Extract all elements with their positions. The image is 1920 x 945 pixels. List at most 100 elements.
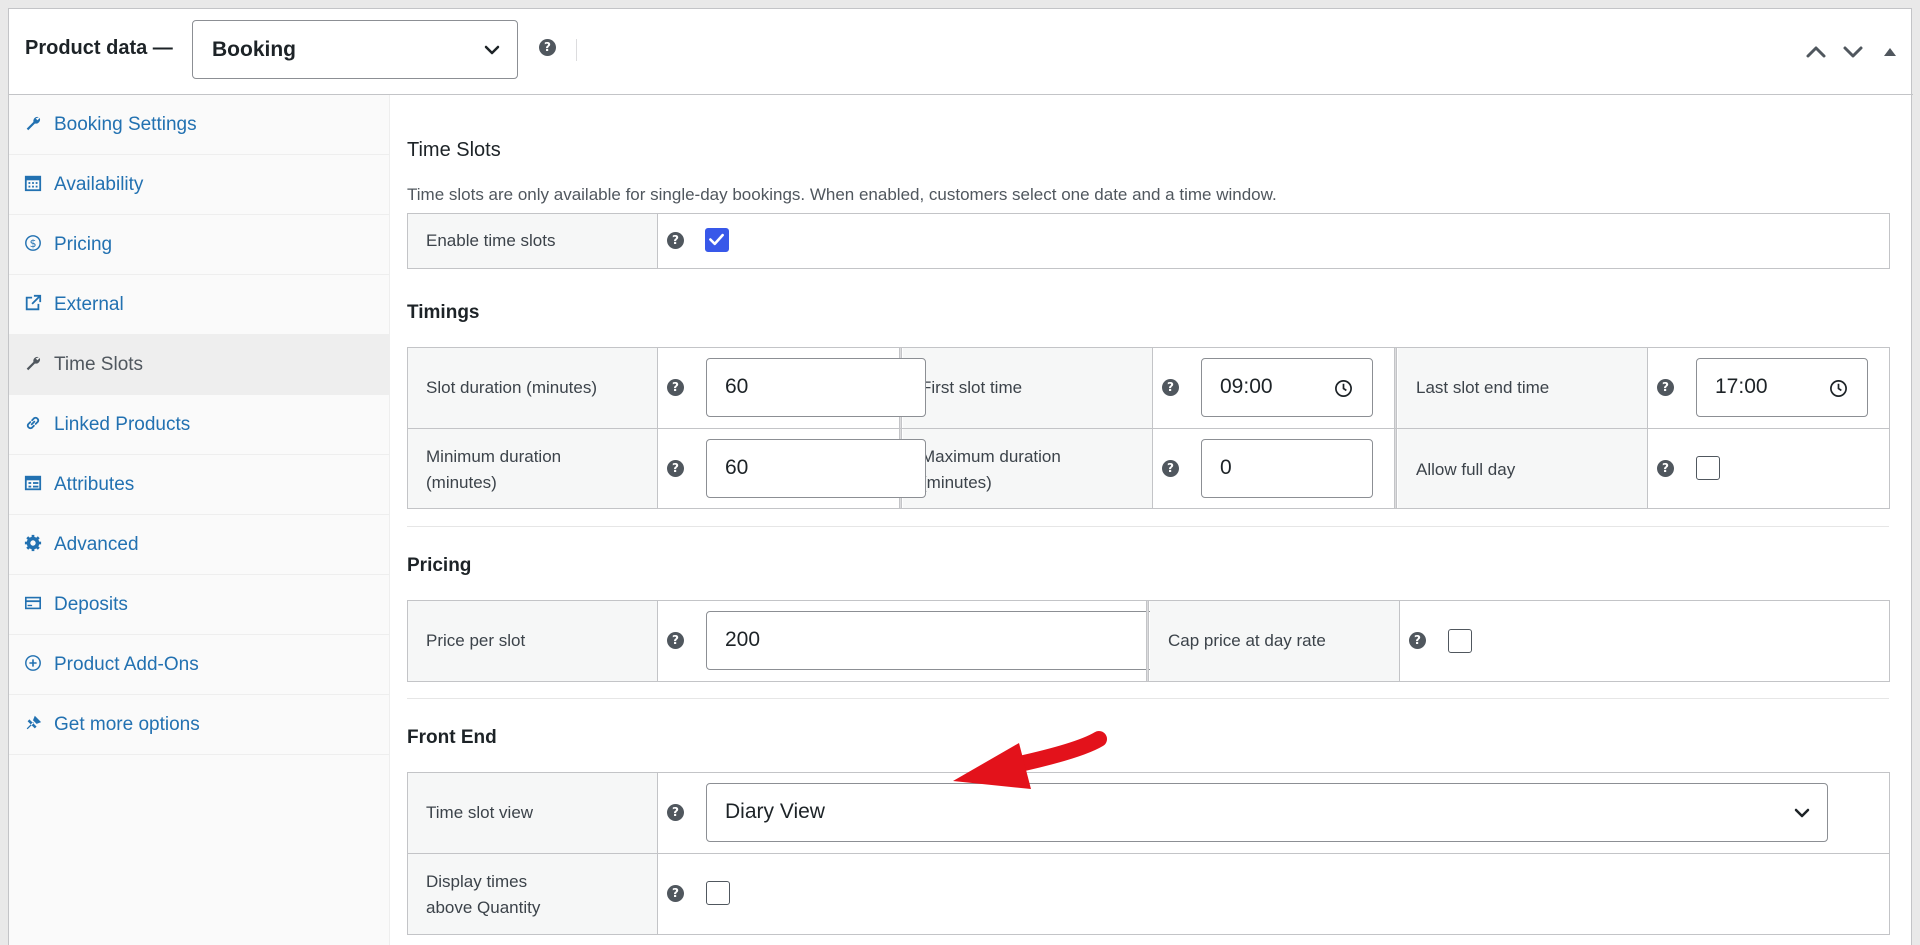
tab-external[interactable]: External — [9, 275, 390, 335]
cap-price-label: Cap price at day rate — [1168, 631, 1326, 650]
tab-label: Deposits — [54, 594, 128, 615]
allow-full-day-label: Allow full day — [1416, 460, 1516, 479]
tab-label: Time Slots — [54, 354, 144, 375]
tab-label: External — [54, 294, 124, 315]
help-icon[interactable]: ? — [667, 632, 684, 649]
tab-label: Get more options — [54, 714, 200, 735]
last-slot-label: Last slot end time — [1416, 378, 1550, 397]
price-per-slot-input[interactable]: 200 — [706, 611, 1174, 670]
help-icon[interactable]: ? — [1162, 460, 1179, 477]
enable-time-slots-checkbox[interactable] — [705, 228, 729, 252]
section-divider — [407, 698, 1889, 699]
price-per-slot-label: Price per slot — [426, 631, 526, 650]
annotation-arrow-icon — [953, 731, 1107, 789]
first-slot-label: First slot time — [921, 378, 1023, 397]
plus-circle-icon — [25, 655, 41, 671]
display-times-checkbox[interactable] — [706, 881, 730, 905]
pricing-grid: Price per slot ? 200 Cap price at day ra… — [407, 600, 1890, 682]
allow-full-day-checkbox[interactable] — [1696, 456, 1720, 480]
tab-booking-settings[interactable]: Booking Settings — [9, 95, 390, 155]
tab-linked-products[interactable]: Linked Products — [9, 395, 390, 455]
section-divider — [407, 526, 1889, 527]
clock-icon[interactable] — [1829, 379, 1848, 398]
panel-title: Product data — — [25, 37, 173, 59]
help-icon[interactable]: ? — [667, 804, 684, 821]
wrench-icon — [26, 356, 41, 371]
front-end-grid: Time slot view Display times above Quant… — [407, 772, 1890, 935]
select-value: Diary View — [725, 800, 825, 823]
tab-advanced[interactable]: Advanced — [9, 515, 390, 575]
gear-icon — [24, 534, 42, 552]
help-icon[interactable]: ? — [1162, 379, 1179, 396]
panel-header: Product data — Booking ? — [9, 9, 1913, 95]
section-title-time-slots: Time Slots — [407, 139, 501, 161]
row-divider — [408, 428, 1889, 429]
display-times-label: Display times — [426, 872, 528, 891]
first-slot-time-input[interactable]: 09:00 — [1201, 358, 1373, 417]
tab-product-add-ons[interactable]: Product Add-Ons — [9, 635, 390, 695]
svg-text:$: $ — [30, 237, 37, 250]
clock-icon[interactable] — [1334, 379, 1353, 398]
field-label-cell: Enable time slots — [408, 214, 658, 268]
chevron-down-icon — [1794, 808, 1810, 818]
section-title-front-end: Front End — [407, 727, 497, 748]
timings-grid: Slot duration (minutes) Minimum duration… — [407, 347, 1890, 509]
display-times-label-cont: above Quantity — [426, 898, 541, 917]
row-divider — [408, 853, 1889, 854]
help-icon[interactable]: ? — [1657, 460, 1674, 477]
tab-label: Booking Settings — [54, 114, 197, 135]
tab-attributes[interactable]: Attributes — [9, 455, 390, 515]
collapse-toggle-icon[interactable] — [1877, 39, 1903, 65]
tab-get-more-options[interactable]: Get more options — [9, 695, 390, 755]
move-up-icon[interactable] — [1803, 39, 1829, 65]
time-slot-view-label: Time slot view — [426, 803, 534, 822]
tab-label: Pricing — [54, 234, 113, 255]
help-icon[interactable]: ? — [667, 885, 684, 902]
tab-time-slots[interactable]: Time Slots — [9, 335, 390, 395]
input-value: 60 — [725, 375, 749, 398]
min-duration-input[interactable]: 60 — [706, 439, 926, 498]
help-icon[interactable]: ? — [539, 39, 556, 56]
cap-price-checkbox[interactable] — [1448, 629, 1472, 653]
max-duration-label: Maximum duration — [921, 447, 1061, 466]
product-type-select[interactable]: Booking — [192, 20, 518, 79]
input-value: 200 — [725, 628, 761, 651]
label-column: Price per slot — [408, 601, 658, 681]
checkmark-icon — [709, 233, 724, 246]
slot-duration-input[interactable]: 60 — [706, 358, 926, 417]
product-data-panel: Product data — Booking ? Booking Setting… — [8, 8, 1913, 945]
max-duration-input[interactable]: 0 — [1201, 439, 1373, 498]
tab-availability[interactable]: Availability — [9, 155, 390, 215]
column-divider — [1146, 601, 1149, 681]
plugin-icon — [26, 715, 42, 730]
time-slots-panel: Time Slots Time slots are only available… — [390, 95, 1913, 945]
time-slot-view-select[interactable]: Diary View — [706, 783, 1828, 842]
link-icon — [26, 416, 40, 430]
move-down-icon[interactable] — [1840, 39, 1866, 65]
help-icon[interactable]: ? — [1657, 379, 1674, 396]
input-value: 60 — [725, 456, 749, 479]
tab-label: Advanced — [54, 534, 139, 555]
help-icon[interactable]: ? — [667, 232, 684, 249]
section-description: Time slots are only available for single… — [407, 185, 1277, 204]
label-column: Cap price at day rate — [1150, 601, 1400, 681]
help-icon[interactable]: ? — [667, 460, 684, 477]
wrench-icon — [26, 116, 41, 131]
input-value: 0 — [1220, 456, 1232, 479]
min-duration-label-unit: (minutes) — [426, 473, 497, 492]
tab-deposits[interactable]: Deposits — [9, 575, 390, 635]
header-separator — [576, 39, 577, 61]
tab-label: Availability — [54, 174, 144, 195]
tab-pricing[interactable]: $ Pricing — [9, 215, 390, 275]
enable-time-slots-label: Enable time slots — [426, 231, 556, 250]
tab-label: Linked Products — [54, 414, 191, 435]
list-icon — [24, 475, 42, 491]
slot-duration-label: Slot duration (minutes) — [426, 378, 598, 397]
calendar-icon — [24, 175, 42, 192]
section-title-timings: Timings — [407, 302, 480, 323]
help-icon[interactable]: ? — [1409, 632, 1426, 649]
tab-label: Product Add-Ons — [54, 654, 199, 675]
external-link-icon — [25, 294, 42, 311]
last-slot-end-time-input[interactable]: 17:00 — [1696, 358, 1868, 417]
help-icon[interactable]: ? — [667, 379, 684, 396]
